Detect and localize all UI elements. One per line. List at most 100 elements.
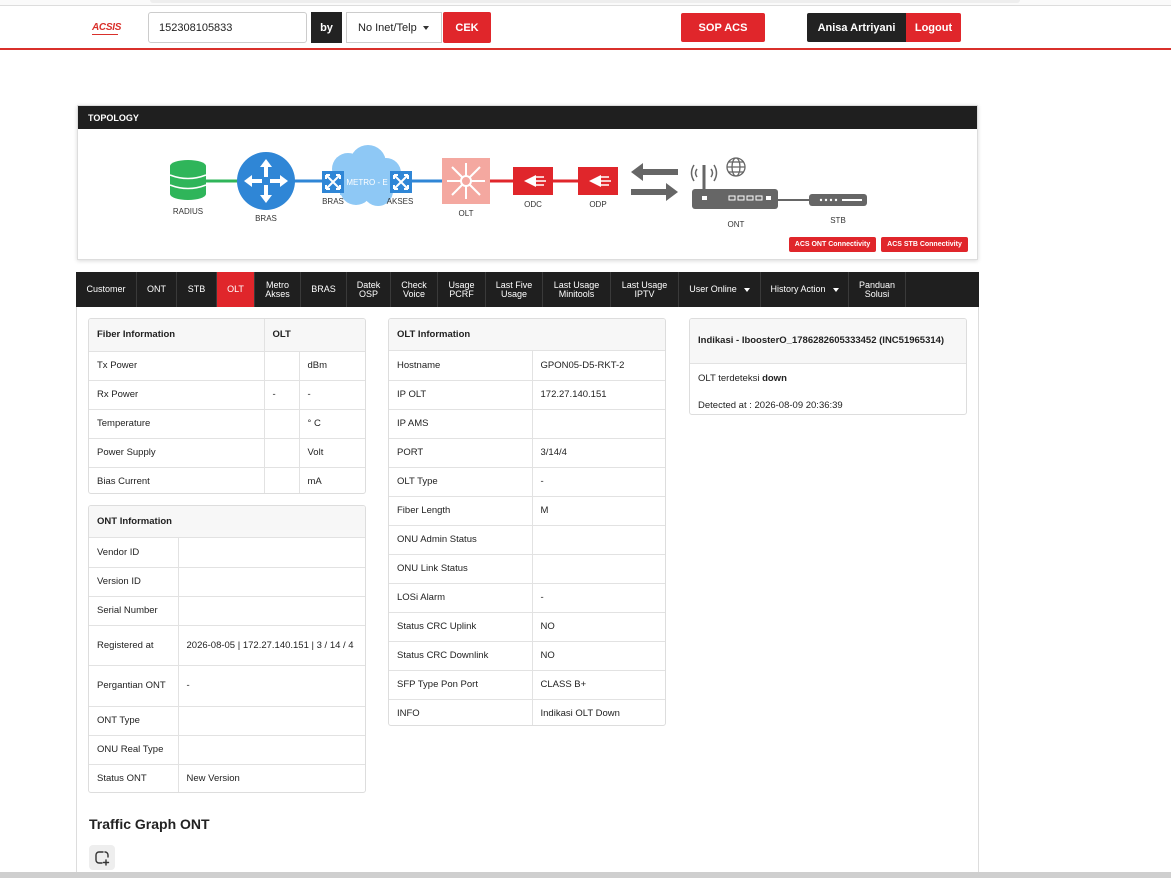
tab-last-usage-iptv[interactable]: Last Usage IPTV	[611, 272, 679, 307]
topology-panel: TOPOLOGY RADIUS BRAS METRO - E BRAS AKSE…	[77, 105, 978, 260]
row-label: Status CRC Uplink	[389, 611, 532, 641]
tab-label: BRAS	[311, 284, 336, 294]
tab-label: Check Voice	[401, 280, 427, 299]
table-row: Registered at 2026-08-05 | 172.27.140.15…	[89, 624, 365, 665]
row-value: M	[531, 495, 665, 525]
row-label: Status ONT	[89, 763, 178, 792]
table-row: Tx Power dBm	[89, 350, 365, 380]
row-label: LOSi Alarm	[389, 582, 532, 612]
tab-check-voice[interactable]: Check Voice	[391, 272, 438, 307]
tab-label: Metro Akses	[265, 280, 290, 299]
table-row: Rx Power - -	[89, 379, 365, 409]
row-label: PORT	[389, 437, 532, 467]
row-value: GPON05-D5-RKT-2	[531, 351, 665, 380]
cek-button[interactable]: CEK	[443, 12, 491, 43]
row-value: Indikasi OLT Down	[531, 698, 665, 725]
metro-label: METRO - E	[346, 178, 387, 187]
acsis-logo[interactable]: ACSIS	[92, 22, 121, 35]
tab-label-line2: IPTV	[634, 288, 655, 299]
logout-button[interactable]: Logout	[906, 13, 961, 42]
row-label: Rx Power	[89, 379, 264, 409]
traffic-graph-title: Traffic Graph ONT	[89, 816, 210, 832]
add-graph-button[interactable]	[89, 845, 115, 870]
tab-label: Panduan Solusi	[859, 280, 895, 299]
user-name-badge[interactable]: Anisa Artriyani	[807, 13, 906, 42]
tab-last-five-usage[interactable]: Last Five Usage	[486, 272, 543, 307]
acs-ont-connectivity-button[interactable]: ACS ONT Connectivity	[789, 237, 876, 252]
acs-stb-connectivity-button[interactable]: ACS STB Connectivity	[881, 237, 968, 252]
tab-datek-osp[interactable]: Datek OSP	[347, 272, 391, 307]
table-row: Power Supply Volt	[89, 437, 365, 467]
tab-label: Usage PCRF	[448, 280, 474, 299]
row-value: 2026-08-05 | 172.27.140.151 | 3 / 14 / 4	[177, 624, 365, 665]
row-unit: mA	[298, 466, 365, 493]
row-label: Pergantian ONT	[89, 664, 178, 706]
table-row: PORT 3/14/4	[389, 437, 665, 467]
row-value: New Version	[177, 763, 365, 792]
tab-bras[interactable]: BRAS	[301, 272, 347, 307]
bras2-label: BRAS	[322, 197, 344, 206]
row-value: NO	[531, 611, 665, 641]
row-label: OLT Type	[389, 466, 532, 496]
bras-switch-icon	[322, 171, 344, 193]
tab-olt[interactable]: OLT	[217, 272, 255, 307]
row-label: ONU Real Type	[89, 734, 178, 764]
table-row: Serial Number	[89, 595, 365, 625]
ont-label: ONT	[728, 220, 745, 229]
row-value: -	[531, 466, 665, 496]
search-type-value: No Inet/Telp	[358, 21, 417, 34]
odp-splitter-icon	[578, 167, 618, 195]
radius-database-icon	[169, 160, 207, 200]
indikasi-card: Indikasi - IboosterO_1786282605333452 (I…	[689, 318, 967, 415]
row-label: Tx Power	[89, 350, 264, 380]
tab-last-usage-minitools[interactable]: Last Usage Minitools	[543, 272, 611, 307]
indikasi-detected: Detected at : 2026-08-09 20:36:39	[698, 400, 843, 411]
table-row: IP OLT 172.27.140.151	[389, 379, 665, 409]
sop-acs-button[interactable]: SOP ACS	[681, 13, 765, 42]
row-unit: ° C	[298, 408, 365, 438]
table-row: Fiber Length M	[389, 495, 665, 525]
table-row: Vendor ID	[89, 538, 365, 567]
row-value	[263, 466, 299, 493]
table-row: INFO Indikasi OLT Down	[389, 698, 665, 725]
tab-history-action[interactable]: History Action	[761, 272, 849, 307]
tab-label: ONT	[147, 284, 166, 294]
row-label: Registered at	[89, 624, 178, 665]
row-value	[177, 566, 365, 596]
row-label: Hostname	[397, 359, 441, 371]
tab-customer[interactable]: Customer	[76, 272, 137, 307]
row-label: Fiber Length	[389, 495, 532, 525]
tab-usage-pcrf[interactable]: Usage PCRF	[438, 272, 486, 307]
search-type-select[interactable]: No Inet/Telp	[346, 12, 442, 43]
row-unit: -	[298, 379, 365, 409]
table-row: Bias Current mA	[89, 466, 365, 493]
table-row: SFP Type Pon Port CLASS B+	[389, 669, 665, 699]
ont-information-table: Vendor ID Version ID Serial Number Regis…	[89, 538, 365, 792]
tab-label: STB	[187, 284, 206, 294]
tab-user-online[interactable]: User Online	[679, 272, 761, 307]
by-label: by	[311, 12, 342, 43]
olt-information-card: OLT Information Hostname GPON05-D5-RKT-2 …	[388, 318, 666, 726]
indikasi-status: OLT terdeteksi down	[690, 364, 966, 384]
tab-panduan-solusi[interactable]: Panduan Solusi	[849, 272, 906, 307]
row-label: IP AMS	[389, 408, 532, 438]
row-value: -	[263, 379, 299, 409]
tab-ont[interactable]: ONT	[137, 272, 177, 307]
chevron-down-icon	[832, 287, 839, 292]
tab-label: Last Usage IPTV	[622, 280, 668, 299]
table-row: Status ONT New Version	[89, 763, 365, 792]
row-label: INFO	[389, 698, 532, 725]
row-label: Status CRC Downlink	[389, 640, 532, 670]
add-icon	[95, 850, 110, 866]
horizontal-scrollbar[interactable]	[0, 872, 1171, 878]
table-row: Hostname GPON05-D5-RKT-2	[389, 351, 665, 380]
row-label: Vendor ID	[97, 546, 140, 558]
tab-metro-akses[interactable]: Metro Akses	[255, 272, 301, 307]
row-label: SFP Type Pon Port	[389, 669, 532, 699]
row-label: Serial Number	[89, 595, 178, 625]
row-value: -	[177, 664, 365, 706]
tab-stb[interactable]: STB	[177, 272, 217, 307]
search-input[interactable]	[148, 12, 307, 43]
table-row: IP AMS	[389, 408, 665, 438]
topology-title: TOPOLOGY	[78, 106, 977, 129]
